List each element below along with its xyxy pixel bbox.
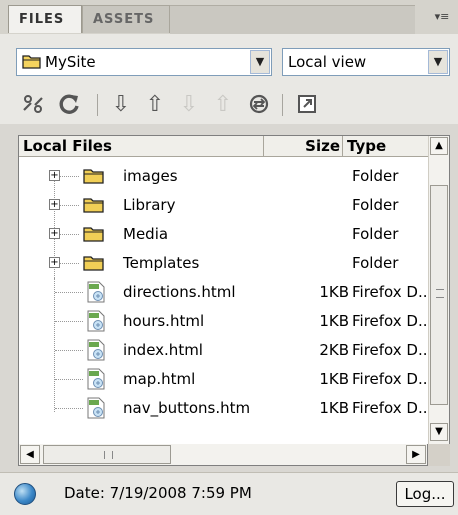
check-in-icon[interactable]: ⇧ xyxy=(210,92,236,118)
file-list: + images Folder + Library Folder + Media xyxy=(19,162,429,423)
file-name: Library xyxy=(123,196,176,214)
expand-icon[interactable] xyxy=(294,92,320,118)
tree-line xyxy=(59,205,79,206)
connect-icon[interactable] xyxy=(20,92,46,118)
get-files-icon[interactable]: ⇩ xyxy=(108,92,134,118)
expand-plus-icon[interactable]: + xyxy=(49,228,60,239)
tab-assets[interactable]: ASSETS xyxy=(82,5,170,33)
file-name: directions.html xyxy=(123,283,236,301)
tree-line xyxy=(59,263,79,264)
html-file-icon xyxy=(87,368,105,390)
view-select[interactable]: Local view ▼ xyxy=(282,48,450,76)
html-file-icon xyxy=(87,397,105,419)
grip-icon xyxy=(104,451,113,459)
folder-icon xyxy=(83,256,104,271)
file-size: 1KB xyxy=(319,399,349,417)
scroll-down-icon[interactable]: ▼ xyxy=(430,423,448,441)
column-local-files[interactable]: Local Files xyxy=(19,136,264,157)
html-file-icon xyxy=(87,281,105,303)
tab-bar-fill xyxy=(170,5,415,34)
tree-line xyxy=(55,379,83,380)
file-size: 1KB xyxy=(319,370,349,388)
file-row-map[interactable]: map.html 1KB Firefox D.. xyxy=(19,365,429,394)
globe-icon xyxy=(14,483,36,505)
file-name: Media xyxy=(123,225,169,243)
tree-line xyxy=(59,176,79,177)
file-type: Folder xyxy=(352,254,399,272)
file-row-library[interactable]: + Library Folder xyxy=(19,191,429,220)
chevron-down-icon[interactable]: ▼ xyxy=(250,50,270,74)
file-row-hours[interactable]: hours.html 1KB Firefox D.. xyxy=(19,307,429,336)
expand-plus-icon[interactable]: + xyxy=(49,257,60,268)
folder-icon xyxy=(83,198,104,213)
file-type: Firefox D.. xyxy=(352,341,428,359)
file-type: Firefox D.. xyxy=(352,312,428,330)
file-type: Folder xyxy=(352,225,399,243)
refresh-icon[interactable] xyxy=(56,92,82,118)
file-size: 1KB xyxy=(319,283,349,301)
file-row-nav-buttons[interactable]: nav_buttons.htm 1KB Firefox D.. xyxy=(19,394,429,423)
column-size[interactable]: Size xyxy=(264,136,343,157)
chevron-down-icon[interactable]: ▼ xyxy=(428,50,448,74)
file-type: Folder xyxy=(352,167,399,185)
tree-line xyxy=(59,234,79,235)
toolbar-separator xyxy=(97,94,98,116)
site-select[interactable]: MySite ▼ xyxy=(16,48,272,76)
column-type[interactable]: Type xyxy=(343,136,429,157)
file-type: Firefox D.. xyxy=(352,283,428,301)
expand-plus-icon[interactable]: + xyxy=(49,199,60,210)
tree-line xyxy=(55,292,83,293)
scroll-left-icon[interactable]: ◀ xyxy=(20,445,40,464)
file-name: map.html xyxy=(123,370,196,388)
site-select-value: MySite xyxy=(45,53,96,71)
tab-files[interactable]: FILES xyxy=(8,5,82,33)
put-files-icon[interactable]: ⇧ xyxy=(142,92,168,118)
check-out-icon[interactable]: ⇩ xyxy=(176,92,202,118)
tree-line xyxy=(55,350,83,351)
vertical-scroll-thumb[interactable] xyxy=(430,185,448,405)
file-type: Firefox D.. xyxy=(352,399,428,417)
file-name: index.html xyxy=(123,341,203,359)
scroll-up-icon[interactable]: ▲ xyxy=(430,137,448,155)
vertical-scrollbar[interactable]: ▲ ▼ xyxy=(428,136,449,444)
log-button[interactable]: Log... xyxy=(396,481,454,507)
panel-options-icon[interactable]: ▾≡ xyxy=(432,6,452,28)
file-name: nav_buttons.htm xyxy=(123,399,251,417)
file-row-images[interactable]: + images Folder xyxy=(19,162,429,191)
tree-line xyxy=(55,321,83,322)
horizontal-scrollbar[interactable]: ◀ ▶ xyxy=(18,444,428,466)
file-name: hours.html xyxy=(123,312,205,330)
file-size: 1KB xyxy=(319,312,349,330)
files-toolbar: ⇩ ⇧ ⇩ ⇧ xyxy=(0,84,458,124)
scroll-corner xyxy=(428,444,450,466)
html-file-icon xyxy=(87,310,105,332)
file-type: Firefox D.. xyxy=(352,370,428,388)
file-row-directions[interactable]: directions.html 1KB Firefox D.. xyxy=(19,278,429,307)
toolbar-separator xyxy=(282,94,283,116)
grip-icon xyxy=(436,289,444,298)
scroll-right-icon[interactable]: ▶ xyxy=(406,445,426,464)
synchronize-icon[interactable] xyxy=(246,92,272,118)
html-file-icon xyxy=(87,339,105,361)
status-date: Date: 7/19/2008 7:59 PM xyxy=(64,484,252,502)
file-row-media[interactable]: + Media Folder xyxy=(19,220,429,249)
file-row-index[interactable]: index.html 2KB Firefox D.. xyxy=(19,336,429,365)
folder-icon xyxy=(83,169,104,184)
status-bar: Date: 7/19/2008 7:59 PM Log... xyxy=(0,472,458,515)
folder-icon xyxy=(83,227,104,242)
local-files-tree[interactable]: Local Files Size Type + images Folder + … xyxy=(18,135,450,445)
view-select-value: Local view xyxy=(288,53,367,71)
tree-line xyxy=(55,408,83,409)
file-name: Templates xyxy=(123,254,200,272)
site-selector-bar: MySite ▼ Local view ▼ xyxy=(0,34,458,84)
site-folder-icon xyxy=(22,55,41,69)
expand-plus-icon[interactable]: + xyxy=(49,170,60,181)
panel-tab-bar: FILES ASSETS ▾≡ xyxy=(0,0,458,35)
file-name: images xyxy=(123,167,178,185)
files-panel: FILES ASSETS ▾≡ MySite ▼ Local view ▼ ⇩ … xyxy=(0,0,458,515)
file-size: 2KB xyxy=(319,341,349,359)
horizontal-scroll-thumb[interactable] xyxy=(43,445,171,464)
file-type: Folder xyxy=(352,196,399,214)
file-row-templates[interactable]: + Templates Folder xyxy=(19,249,429,278)
